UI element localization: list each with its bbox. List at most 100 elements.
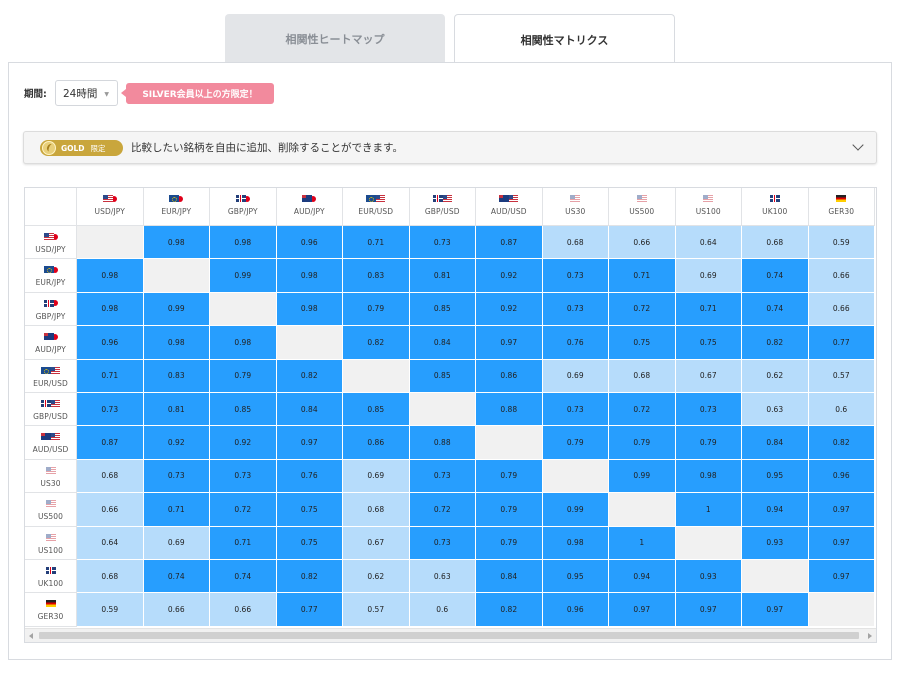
matrix-cell: 0.75 [609,326,676,360]
scrollbar-thumb[interactable] [39,632,859,639]
matrix-cell: 0.97 [808,526,875,560]
flag-us-icon [508,195,519,202]
matrix-cell: 0.69 [542,359,609,393]
flag-de-icon [45,600,56,608]
matrix-cell: 0.85 [210,393,277,427]
matrix-cell: 0.69 [675,259,742,293]
matrix-cell: 0.59 [808,226,875,260]
flag-icons [277,193,343,204]
matrix-cell-self [808,593,875,627]
flag-uk-icon [41,400,51,407]
matrix-cell: 0.68 [77,459,144,494]
matrix-cell: 0.79 [210,359,277,393]
column-header-label: US30 [565,207,586,216]
matrix-cell: 0.98 [276,259,343,293]
matrix-cell-self [343,359,410,393]
matrix-cell: 0.71 [675,292,742,327]
column-header: AUD/USD [476,188,543,226]
column-header: USD/JPY [77,188,144,226]
matrix-cell: 0.87 [476,226,543,260]
row-header: UK100 [25,560,77,594]
matrix-cell: 1 [609,526,676,560]
flag-icons [809,193,875,204]
column-header: EUR/USD [343,188,410,226]
caret-down-icon: ▼ [104,91,109,98]
matrix-cell: 0.71 [210,526,277,560]
matrix-cell: 0.73 [675,393,742,427]
matrix-cell: 0.6 [409,593,476,627]
flag-us-icon [50,433,60,441]
flag-us-icon [703,195,714,202]
matrix-cell: 0.66 [808,259,875,293]
tab-correlation-matrix[interactable]: 相関性マトリクス [454,14,675,64]
row-header-label: GBP/JPY [35,311,66,321]
flag-eu-icon [43,266,54,274]
matrix-cell: 0.98 [276,292,343,327]
column-header: US100 [675,188,742,226]
matrix-cell: 0.94 [742,493,809,527]
matrix-cell-self [742,560,809,594]
flag-icons [25,465,76,476]
matrix-cell: 0.72 [609,393,676,427]
column-header-label: USD/JPY [94,207,125,216]
column-header: US30 [542,188,609,226]
matrix-cell: 0.97 [675,593,742,627]
matrix-cell: 0.76 [276,459,343,494]
flag-icons [77,193,143,204]
matrix-cell: 0.68 [343,493,410,527]
horizontal-scrollbar[interactable] [25,628,876,642]
matrix-cell: 0.82 [343,326,410,360]
matrix-cell: 0.88 [476,393,543,427]
flag-icons [25,431,76,442]
row-header-label: AUD/USD [32,445,69,455]
matrix-cell: 0.99 [542,493,609,527]
row-header-label: US100 [37,545,64,555]
matrix-cell-self [409,393,476,427]
matrix-cell-self [675,526,742,560]
flag-uk-icon [769,195,780,202]
flag-eu-icon [41,366,51,374]
matrix-cell: 0.69 [343,459,410,494]
matrix-cell: 0.79 [609,426,676,460]
flag-icons [25,498,76,509]
matrix-cell: 0.99 [143,292,210,327]
matrix-cell: 0.81 [143,393,210,427]
matrix-corner [25,188,77,226]
flag-us-icon [50,366,60,374]
scroll-right-icon[interactable] [868,633,872,639]
row-header-label: US30 [40,478,61,488]
flag-icons [25,264,76,275]
period-select[interactable]: 24時間 ▼ [55,80,118,106]
flag-uk-icon [43,299,54,307]
matrix-cell: 0.98 [675,459,742,494]
matrix-cell: 0.74 [210,560,277,594]
matrix-cell: 0.92 [143,426,210,460]
gold-feature-text: 比較したい銘柄を自由に追加、削除することができます。 [131,142,403,154]
matrix-cell: 0.85 [409,359,476,393]
matrix-cell: 0.98 [210,226,277,260]
matrix-cell: 0.98 [143,326,210,360]
matrix-cell: 0.6 [808,393,875,427]
column-header-label: EUR/JPY [161,207,192,216]
matrix-cell: 0.92 [476,259,543,293]
matrix-cell: 0.98 [210,326,277,360]
matrix-cell: 0.64 [675,226,742,260]
row-header: US30 [25,459,77,494]
matrix-cell: 0.76 [542,326,609,360]
column-header-label: US100 [695,207,721,216]
matrix-cell: 0.75 [276,493,343,527]
matrix-cell: 0.68 [609,359,676,393]
row-header: US100 [25,526,77,560]
column-header: US500 [609,188,676,226]
matrix-cell: 0.59 [77,593,144,627]
tab-correlation-heatmap[interactable]: 相関性ヒートマップ [225,14,445,63]
matrix-cell: 0.84 [742,426,809,460]
chevron-down-icon[interactable] [852,139,864,151]
flag-icons [343,193,409,204]
flag-uk-icon [432,195,443,202]
matrix-cell: 0.82 [742,326,809,360]
gold-feature-bar[interactable]: GOLD 限定 比較したい銘柄を自由に追加、削除することができます。 [23,131,877,164]
matrix-cell: 0.69 [143,526,210,560]
scroll-left-icon[interactable] [29,633,33,639]
row-header-label: UK100 [37,579,64,588]
